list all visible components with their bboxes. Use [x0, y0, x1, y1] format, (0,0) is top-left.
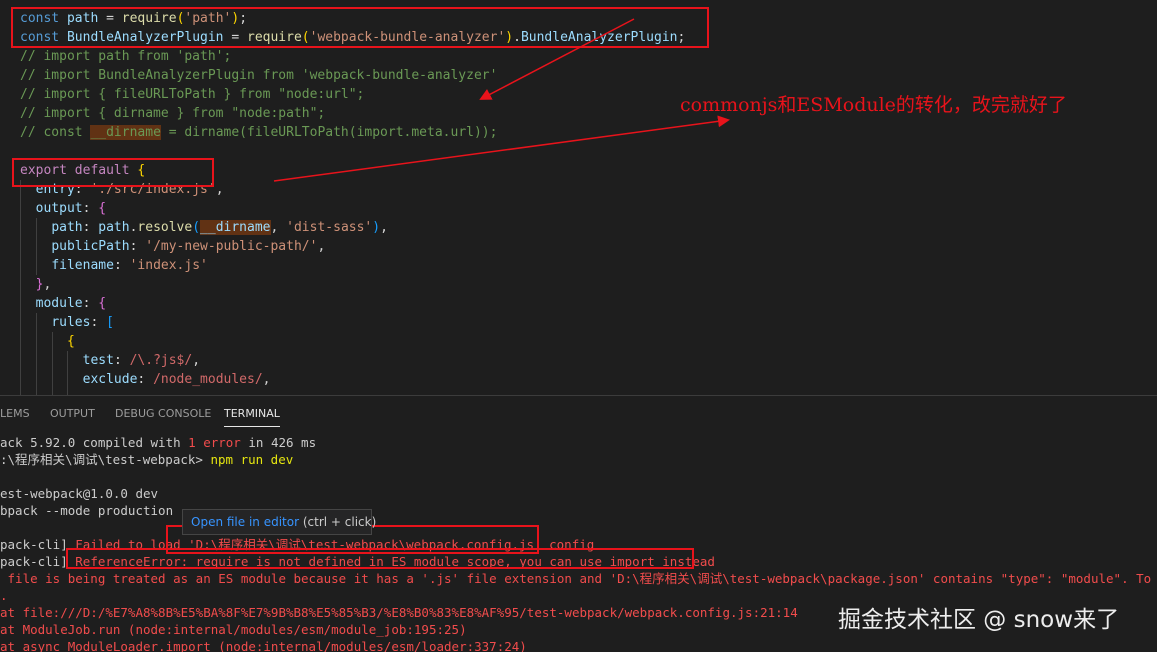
terminal-token: :\程序相关\调试\test-webpack> — [0, 452, 211, 467]
terminal-token: at ModuleJob.run (node:internal/modules/… — [0, 622, 467, 637]
terminal-token: file is being treated as an ES module be… — [0, 571, 1157, 586]
tab-debug-console[interactable]: DEBUG CONSOLE — [115, 407, 211, 420]
terminal-token: in 426 ms — [240, 435, 317, 450]
terminal-token: est-webpack@1.0.0 dev — [0, 486, 159, 501]
annotation-text: commonjs和ESModule的转化，改完就好了 — [680, 94, 1067, 116]
highlight-box-reference-error — [66, 548, 694, 569]
terminal-line: . — [0, 587, 8, 604]
terminal-token: at async ModuleLoader.import (node:inter… — [0, 639, 527, 652]
terminal-token: ack 5.92.0 compiled with — [0, 435, 189, 450]
terminal-line: at file:///D:/%E7%A8%8B%E5%BA%8F%E7%9B%B… — [0, 604, 798, 621]
terminal-line: ack 5.92.0 compiled with 1 error in 426 … — [0, 434, 316, 451]
terminal-line: est-webpack@1.0.0 dev — [0, 485, 158, 502]
terminal-token: 1 error — [188, 435, 241, 450]
terminal-token: npm run dev — [210, 452, 294, 467]
terminal-token: bpack --mode production — [0, 503, 174, 518]
arrow-to-comments — [479, 18, 635, 100]
terminal-line: at async ModuleLoader.import (node:inter… — [0, 638, 527, 652]
terminal-token: . — [0, 588, 8, 603]
tooltip-shortcut: (ctrl + click) — [299, 515, 377, 529]
watermark: 掘金技术社区 @ snow来了 — [838, 607, 1120, 633]
panel-tabs: LEMS OUTPUT DEBUG CONSOLE TERMINAL — [0, 396, 1157, 432]
terminal-line: :\程序相关\调试\test-webpack> npm run dev — [0, 451, 293, 468]
tab-problems[interactable]: LEMS — [0, 407, 30, 420]
terminal-token: at file:///D:/%E7%A8%8B%E5%BA%8F%E7%9B%B… — [0, 605, 798, 620]
open-file-link[interactable]: Open file in editor — [191, 515, 299, 529]
terminal-token: pack-cli] — [0, 554, 76, 569]
terminal-line: at ModuleJob.run (node:internal/modules/… — [0, 621, 467, 638]
arrow-to-export — [273, 115, 730, 182]
tab-terminal[interactable]: TERMINAL — [224, 407, 280, 427]
terminal-token: pack-cli] — [0, 537, 76, 552]
terminal-line: bpack --mode production — [0, 502, 173, 519]
open-in-editor-tooltip[interactable]: Open file in editor (ctrl + click) — [182, 509, 376, 535]
tab-output[interactable]: OUTPUT — [50, 407, 95, 420]
terminal-line: file is being treated as an ES module be… — [0, 570, 1157, 587]
